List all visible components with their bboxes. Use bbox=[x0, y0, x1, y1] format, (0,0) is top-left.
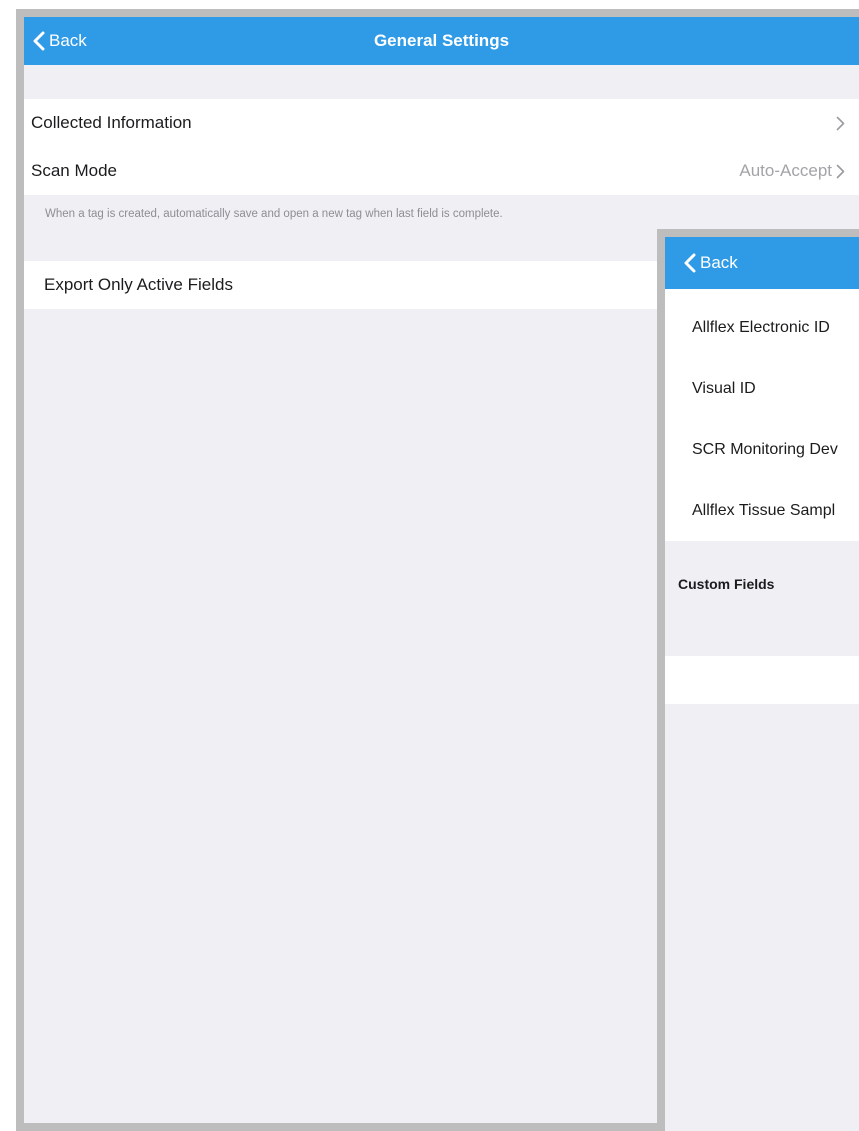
chevron-right-icon bbox=[836, 116, 845, 130]
collected-information-screen: Back Allflex Electronic ID Visual ID SCR… bbox=[657, 229, 859, 1131]
back-label: Back bbox=[700, 253, 738, 272]
page-title: General Settings bbox=[373, 31, 510, 50]
list-item[interactable]: Visual ID bbox=[665, 358, 859, 419]
custom-field-cell[interactable] bbox=[665, 656, 859, 704]
scan-mode-value: Auto-Accept bbox=[739, 161, 832, 180]
list-item[interactable]: SCR Monitoring Dev bbox=[665, 419, 859, 480]
fields-list: Allflex Electronic ID Visual ID SCR Moni… bbox=[665, 289, 859, 541]
scan-mode-row[interactable]: Scan Mode Auto-Accept bbox=[24, 147, 859, 195]
scan-mode-label: Scan Mode bbox=[31, 161, 117, 180]
custom-fields-section: Custom Fields bbox=[665, 541, 859, 656]
list-item[interactable]: Allflex Electronic ID bbox=[665, 297, 859, 358]
chevron-right-icon bbox=[836, 164, 845, 178]
navigation-bar: Back General Settings bbox=[24, 17, 859, 65]
back-button[interactable]: Back bbox=[683, 237, 738, 289]
chevron-left-icon bbox=[684, 253, 696, 273]
collected-information-label: Collected Information bbox=[31, 113, 192, 132]
list-item[interactable]: Allflex Tissue Sampl bbox=[665, 480, 859, 541]
collected-information-row[interactable]: Collected Information bbox=[24, 99, 859, 147]
custom-fields-header: Custom Fields bbox=[678, 576, 775, 592]
navigation-bar: Back bbox=[665, 237, 859, 289]
